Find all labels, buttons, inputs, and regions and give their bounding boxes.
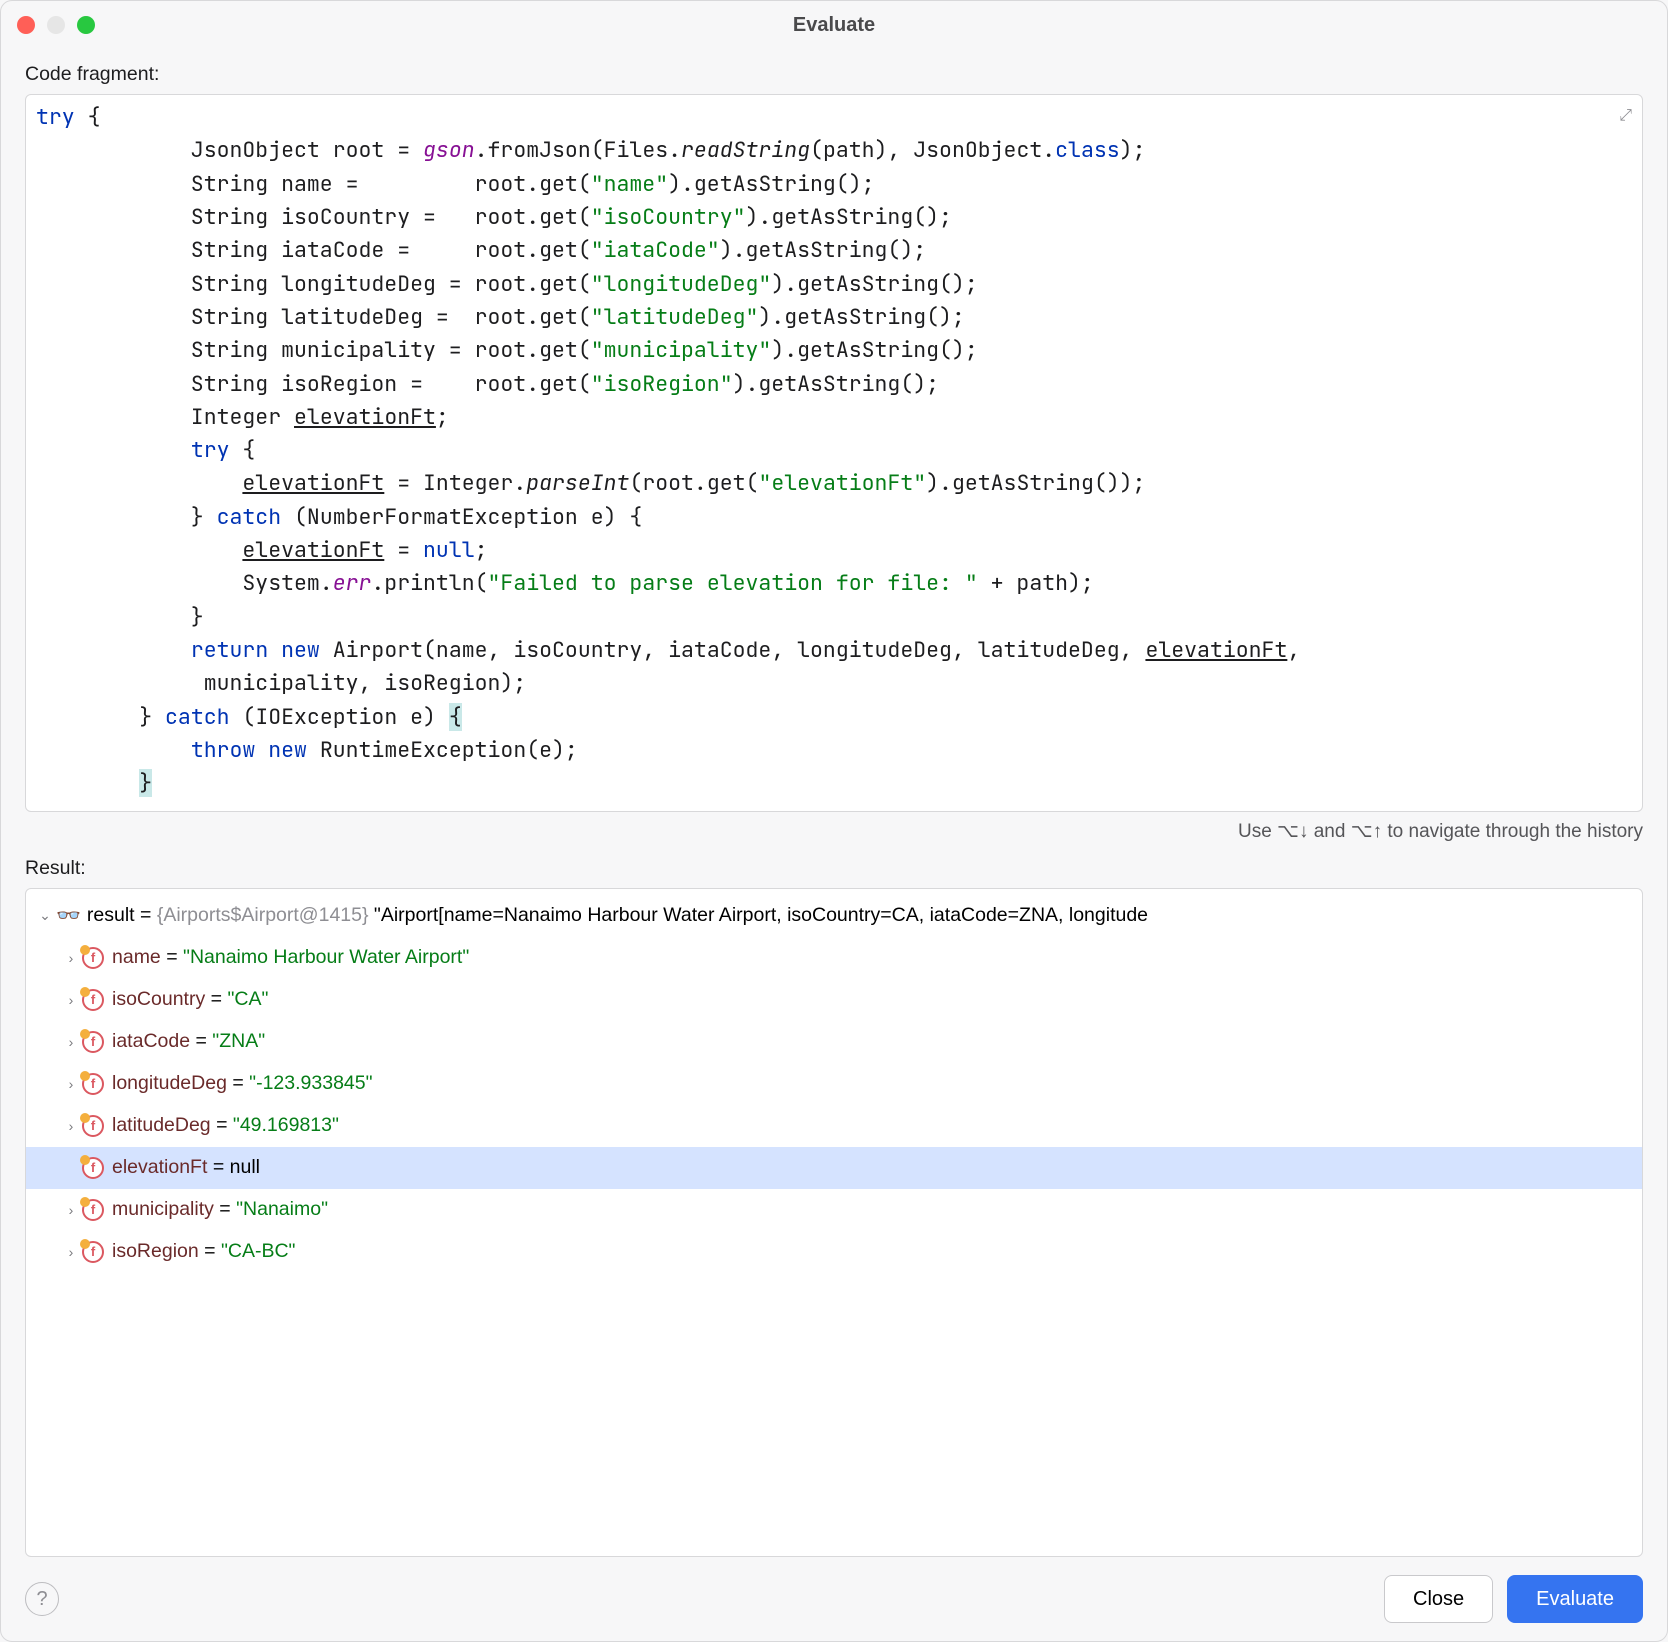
chevron-right-icon[interactable]: › [60, 1076, 82, 1092]
evaluate-button[interactable]: Evaluate [1507, 1575, 1643, 1623]
result-field-isoRegion[interactable]: ›isoRegion = "CA-BC" [26, 1231, 1642, 1273]
chevron-right-icon[interactable]: › [60, 1244, 82, 1260]
button-bar: ? Close Evaluate [25, 1575, 1643, 1623]
titlebar: Evaluate [1, 1, 1667, 49]
code-editor[interactable]: try { JsonObject root = gson.fromJson(Fi… [25, 94, 1643, 812]
result-tree[interactable]: ⌄👓result = {Airports$Airport@1415} "Airp… [25, 888, 1643, 1557]
code-line: String longitudeDeg = root.get("longitud… [36, 268, 1632, 301]
field-icon [82, 1073, 104, 1095]
code-line: String municipality = root.get("municipa… [36, 334, 1632, 367]
result-field-longitudeDeg[interactable]: ›longitudeDeg = "-123.933845" [26, 1063, 1642, 1105]
code-line: elevationFt = Integer.parseInt(root.get(… [36, 467, 1632, 500]
evaluate-dialog: Evaluate Code fragment: try { JsonObject… [0, 0, 1668, 1642]
expand-icon[interactable]: ⤢ [1619, 103, 1632, 128]
code-line: String isoRegion = root.get("isoRegion")… [36, 368, 1632, 401]
dialog-body: Code fragment: try { JsonObject root = g… [1, 49, 1667, 1641]
chevron-right-icon[interactable]: › [60, 1202, 82, 1218]
field-icon [82, 989, 104, 1011]
code-line: municipality, isoRegion); [36, 667, 1632, 700]
result-field-elevationFt[interactable]: ·elevationFt = null [26, 1147, 1642, 1189]
result-field-isoCountry[interactable]: ›isoCountry = "CA" [26, 979, 1642, 1021]
result-field-municipality[interactable]: ›municipality = "Nanaimo" [26, 1189, 1642, 1231]
code-fragment-label: Code fragment: [25, 63, 1643, 86]
field-icon [82, 1157, 104, 1179]
history-hint: Use ⌥↓ and ⌥↑ to navigate through the hi… [25, 820, 1643, 843]
chevron-down-icon[interactable]: ⌄ [34, 907, 56, 924]
result-root-node[interactable]: ⌄👓result = {Airports$Airport@1415} "Airp… [26, 895, 1642, 937]
chevron-right-icon[interactable]: › [60, 950, 82, 966]
result-field-latitudeDeg[interactable]: ›latitudeDeg = "49.169813" [26, 1105, 1642, 1147]
code-line: JsonObject root = gson.fromJson(Files.re… [36, 134, 1632, 167]
chevron-right-icon[interactable]: › [60, 992, 82, 1008]
chevron-right-icon[interactable]: › [60, 1118, 82, 1134]
code-line: } catch (IOException e) { [36, 701, 1632, 734]
field-icon [82, 1115, 104, 1137]
code-line: String name = root.get("name").getAsStri… [36, 168, 1632, 201]
result-field-name[interactable]: ›name = "Nanaimo Harbour Water Airport" [26, 937, 1642, 979]
code-line: String isoCountry = root.get("isoCountry… [36, 201, 1632, 234]
field-icon [82, 1199, 104, 1221]
code-line: String latitudeDeg = root.get("latitudeD… [36, 301, 1632, 334]
help-icon[interactable]: ? [25, 1582, 59, 1616]
result-field-iataCode[interactable]: ›iataCode = "ZNA" [26, 1021, 1642, 1063]
code-line: } [36, 767, 1632, 800]
code-line: } catch (NumberFormatException e) { [36, 501, 1632, 534]
code-line: return new Airport(name, isoCountry, iat… [36, 634, 1632, 667]
result-label: Result: [25, 857, 1643, 880]
field-icon [82, 1241, 104, 1263]
code-line: Integer elevationFt; [36, 401, 1632, 434]
code-line: try { [36, 101, 1632, 134]
code-line: } [36, 601, 1632, 634]
code-line: elevationFt = null; [36, 534, 1632, 567]
close-button[interactable]: Close [1384, 1575, 1493, 1623]
code-line: try { [36, 434, 1632, 467]
code-line: System.err.println("Failed to parse elev… [36, 567, 1632, 600]
chevron-right-icon[interactable]: › [60, 1034, 82, 1050]
field-icon [82, 947, 104, 969]
field-icon [82, 1031, 104, 1053]
code-line: throw new RuntimeException(e); [36, 734, 1632, 767]
window-title: Evaluate [1, 14, 1667, 37]
glasses-icon: 👓 [56, 903, 81, 928]
code-line: String iataCode = root.get("iataCode").g… [36, 234, 1632, 267]
